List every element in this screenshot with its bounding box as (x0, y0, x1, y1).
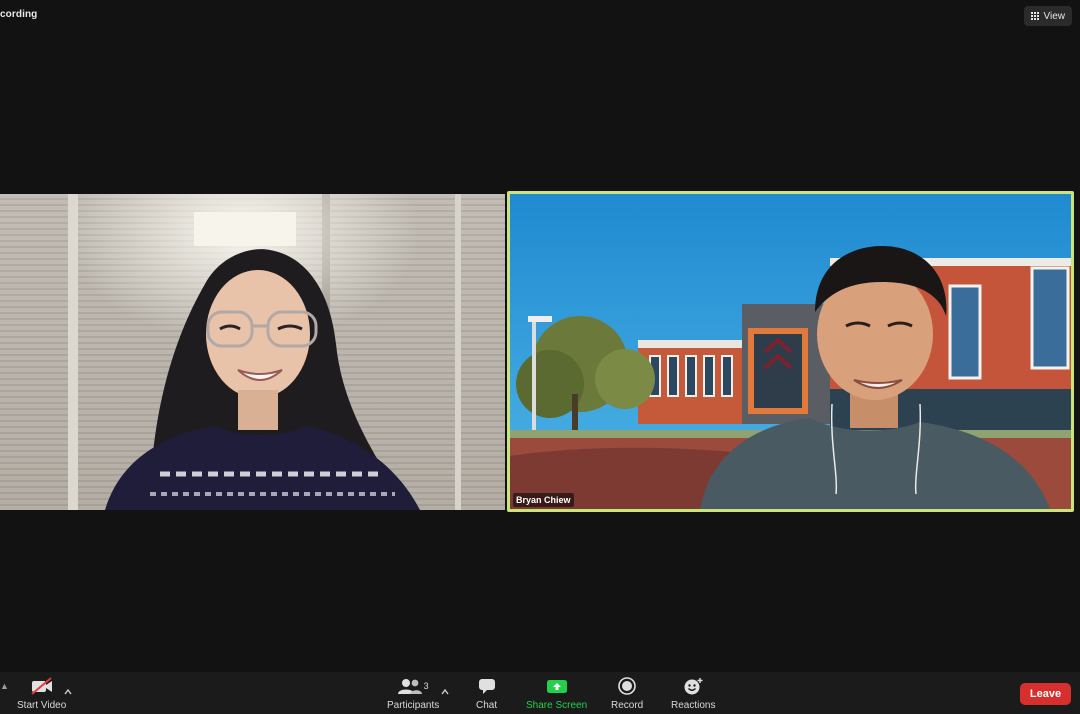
participants-button[interactable]: 3 Participants (387, 676, 439, 711)
video-options-caret-icon[interactable] (64, 683, 72, 695)
reactions-label: Reactions (671, 700, 716, 711)
video-tile-active-speaker[interactable]: Bryan Chiew (507, 191, 1074, 512)
start-video-button[interactable]: Start Video (17, 676, 66, 711)
participants-icon-group: 3 (397, 676, 429, 696)
chat-icon (477, 676, 497, 696)
grid-icon (1030, 11, 1040, 21)
audio-options-caret-icon[interactable]: ▲ (0, 681, 9, 691)
record-icon (617, 676, 637, 696)
participants-count: 3 (423, 681, 429, 691)
participants-options-caret-icon[interactable] (441, 683, 449, 695)
start-video-label: Start Video (17, 700, 67, 711)
view-button[interactable]: View (1023, 6, 1072, 26)
chat-label: Chat (476, 700, 498, 711)
video-off-icon (29, 676, 55, 696)
video-feed-left (0, 194, 505, 510)
chat-button[interactable]: Chat (476, 676, 497, 711)
record-button[interactable]: Record (611, 676, 643, 711)
record-label: Record (611, 700, 644, 711)
recording-indicator: cording (0, 9, 38, 20)
participants-icon (397, 679, 422, 694)
video-feed-right (510, 194, 1071, 509)
share-screen-label: Share Screen (526, 700, 588, 711)
share-screen-button[interactable]: Share Screen (526, 676, 587, 711)
reactions-button[interactable]: Reactions (671, 676, 715, 711)
video-tile-left[interactable] (0, 194, 505, 510)
view-label: View (1043, 10, 1066, 22)
leave-button[interactable]: Leave (1020, 683, 1071, 705)
participant-name-tag: Bryan Chiew (513, 493, 574, 507)
share-screen-icon (546, 676, 568, 696)
participants-label: Participants (387, 700, 440, 711)
meeting-window: cording View Bryan Chiew ▲ Start Video 3… (0, 0, 1080, 714)
reactions-icon (682, 676, 704, 696)
